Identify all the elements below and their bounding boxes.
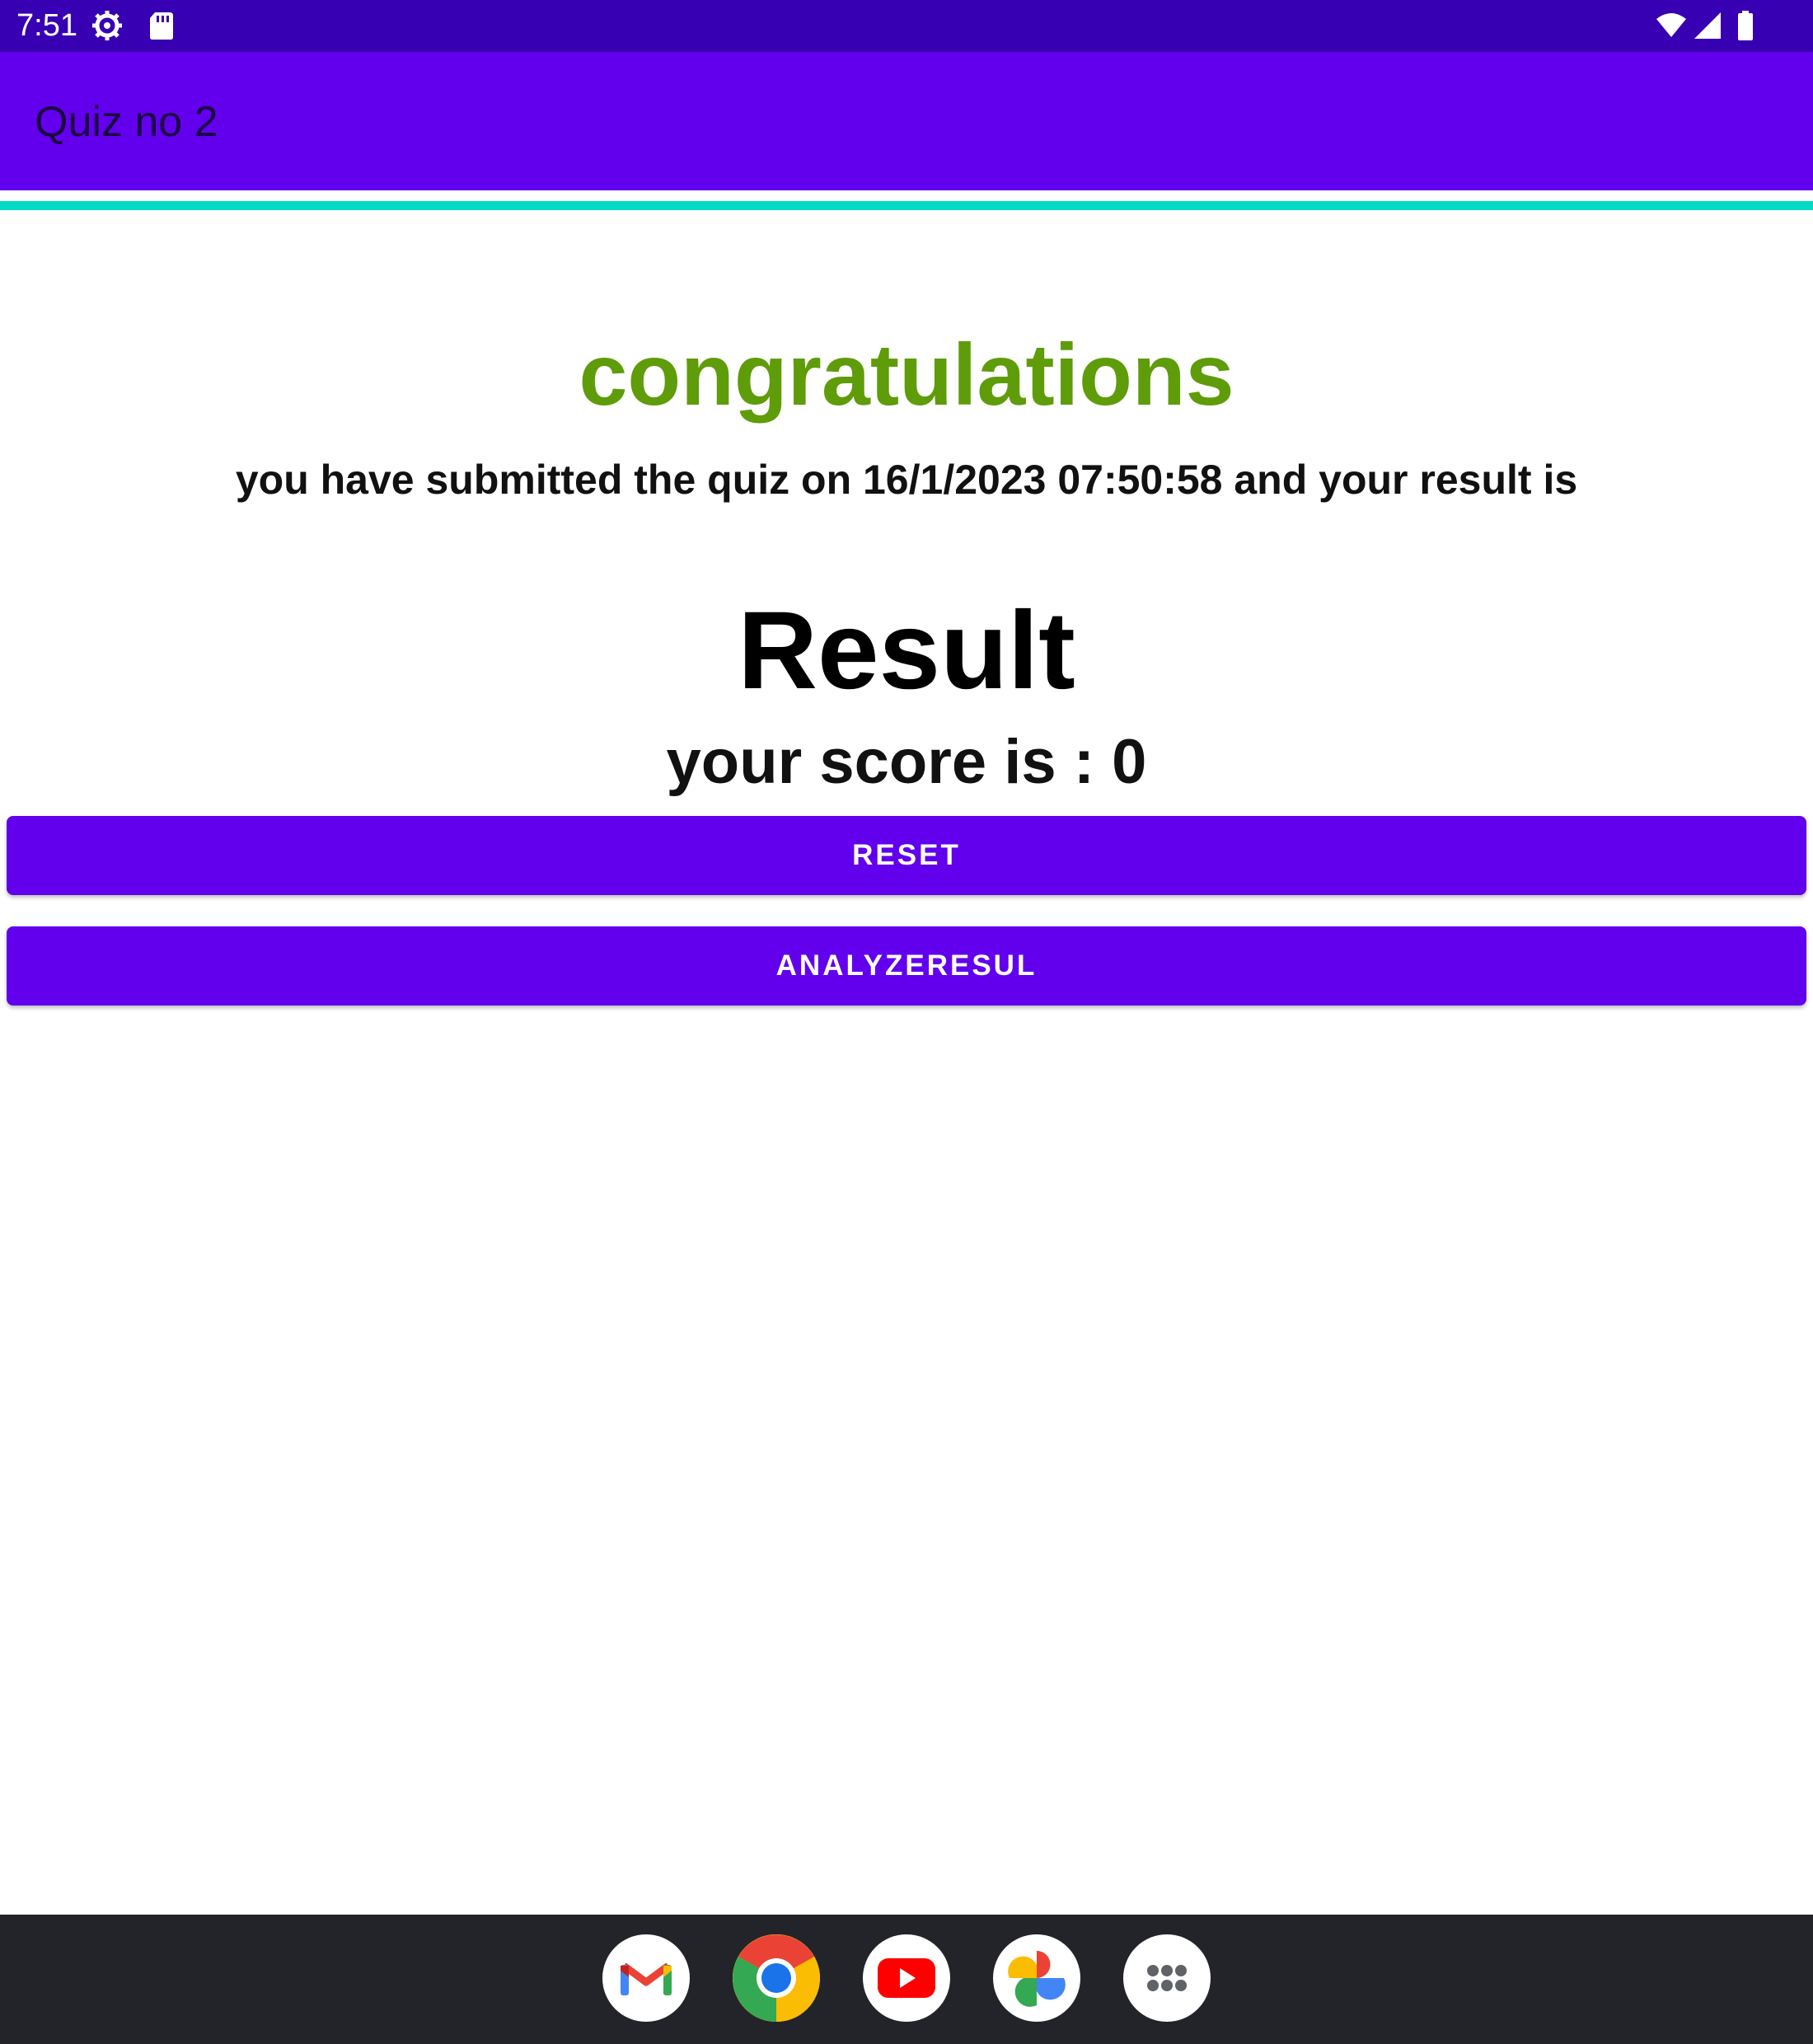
sd-card-icon	[145, 9, 178, 42]
analyze-result-button[interactable]: ANALYZERESUL	[7, 926, 1806, 1006]
photos-icon[interactable]	[993, 1934, 1080, 2022]
chrome-icon[interactable]	[733, 1934, 820, 2022]
app-title: Quiz no 2	[35, 98, 218, 146]
accent-divider	[0, 201, 1813, 210]
status-time: 7:51	[16, 8, 77, 43]
youtube-icon[interactable]	[863, 1934, 950, 2022]
wifi-icon	[1655, 9, 1688, 42]
score-text: your score is : 0	[666, 727, 1147, 797]
gmail-icon[interactable]	[602, 1934, 690, 2022]
submission-message: you have submitted the quiz on 16/1/2023…	[235, 457, 1578, 503]
reset-button[interactable]: RESET	[7, 816, 1806, 895]
app-bar	[0, 52, 1813, 190]
app-drawer-icon[interactable]	[1123, 1934, 1211, 2022]
battery-icon	[1729, 9, 1762, 42]
congratulations-heading: congratulations	[579, 326, 1234, 424]
cell-signal-icon	[1691, 9, 1724, 42]
settings-gear-icon	[91, 9, 124, 42]
result-heading: Result	[738, 589, 1075, 712]
status-bar: 7:51	[0, 0, 1813, 52]
